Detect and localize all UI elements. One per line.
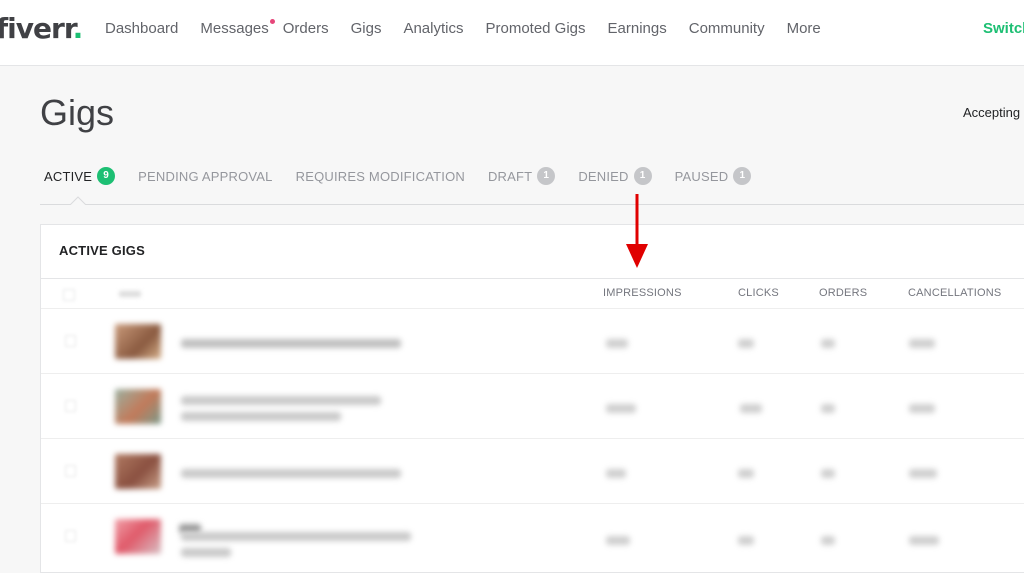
gig-thumbnail[interactable] [115, 324, 161, 359]
notification-dot-icon [269, 19, 275, 24]
gig-title-blurred[interactable] [181, 469, 401, 478]
tabs-divider [40, 204, 1024, 205]
clicks-value-blurred [738, 536, 754, 545]
impressions-value-blurred [606, 536, 630, 545]
cancellations-value-blurred [909, 404, 935, 413]
impressions-value-blurred [606, 469, 626, 478]
cancellations-value-blurred [909, 469, 937, 478]
tab-count-badge: 1 [733, 167, 752, 185]
clicks-value-blurred [738, 469, 754, 478]
nav-messages[interactable]: Messages [200, 19, 275, 37]
table-row[interactable] [41, 439, 1024, 504]
clicks-value-blurred [738, 339, 754, 348]
accepting-orders-toggle-label[interactable]: Accepting [963, 105, 1020, 120]
nav-gigs[interactable]: Gigs [351, 20, 382, 37]
orders-value-blurred [821, 536, 835, 545]
table-row[interactable] [41, 309, 1024, 374]
column-header-orders[interactable]: ORDERS [819, 287, 867, 299]
tab-denied[interactable]: DENIED 1 [578, 167, 652, 185]
cancellations-value-blurred [909, 536, 939, 545]
nav-dashboard[interactable]: Dashboard [105, 20, 178, 37]
nav-more[interactable]: More [787, 20, 821, 37]
select-all-checkbox[interactable] [63, 289, 75, 301]
clicks-value-blurred [740, 404, 762, 413]
row-checkbox[interactable] [65, 335, 76, 347]
red-down-arrow-icon [626, 194, 648, 268]
gig-thumbnail[interactable] [115, 454, 161, 489]
row-checkbox[interactable] [65, 465, 76, 477]
orders-value-blurred [821, 404, 835, 413]
gig-title-blurred-line2[interactable] [181, 412, 341, 421]
nav-earnings[interactable]: Earnings [608, 20, 667, 37]
gig-title-blurred-line2[interactable] [181, 548, 231, 557]
tab-count-badge: 1 [633, 167, 652, 185]
column-header-clicks[interactable]: CLICKS [738, 287, 779, 299]
fiverr-logo[interactable]: fiverr. [0, 12, 83, 45]
table-top-divider [41, 278, 1024, 279]
table-row[interactable] [41, 504, 1024, 569]
switch-to-buying-link[interactable]: Switch [983, 20, 1024, 37]
orders-value-blurred [821, 339, 835, 348]
table-row[interactable] [41, 374, 1024, 439]
tab-active[interactable]: ACTIVE 9 [44, 167, 116, 185]
row-checkbox[interactable] [65, 400, 76, 412]
main-nav: Dashboard Messages Orders Gigs Analytics… [105, 19, 843, 37]
tab-pending-approval[interactable]: PENDING APPROVAL [138, 169, 272, 184]
column-header-impressions[interactable]: IMPRESSIONS [603, 287, 682, 299]
gig-thumbnail[interactable] [115, 389, 161, 424]
impressions-value-blurred [606, 404, 636, 413]
nav-analytics[interactable]: Analytics [403, 20, 463, 37]
panel-title: ACTIVE GIGS [59, 243, 145, 258]
nav-community[interactable]: Community [689, 20, 765, 37]
gig-title-blurred[interactable] [181, 339, 401, 348]
row-checkbox[interactable] [65, 530, 76, 542]
gig-status-tabs: ACTIVE 9 PENDING APPROVAL REQUIRES MODIFI… [44, 167, 774, 185]
gig-title-blurred[interactable] [181, 532, 411, 541]
tab-count-badge: 1 [537, 167, 556, 185]
tab-paused[interactable]: PAUSED 1 [675, 167, 752, 185]
tab-draft[interactable]: DRAFT 1 [488, 167, 556, 185]
nav-promoted-gigs[interactable]: Promoted Gigs [485, 20, 585, 37]
active-gigs-panel: ACTIVE GIGS IMPRESSIONS CLICKS ORDERS CA… [40, 224, 1024, 573]
gig-thumbnail[interactable] [115, 519, 161, 554]
top-navigation-bar: fiverr. Dashboard Messages Orders Gigs A… [0, 0, 1024, 66]
orders-value-blurred [821, 469, 835, 478]
nav-orders[interactable]: Orders [283, 20, 329, 37]
gig-column-header [119, 291, 141, 297]
column-header-cancellations[interactable]: CANCELLATIONS [908, 287, 1001, 299]
cancellations-value-blurred [909, 339, 935, 348]
page-title: Gigs [40, 92, 115, 133]
tab-count-badge: 9 [97, 167, 116, 185]
impressions-value-blurred [606, 339, 628, 348]
gig-title-blurred[interactable] [181, 396, 381, 405]
tab-requires-modification[interactable]: REQUIRES MODIFICATION [296, 169, 465, 184]
active-tab-caret-icon [70, 196, 86, 205]
